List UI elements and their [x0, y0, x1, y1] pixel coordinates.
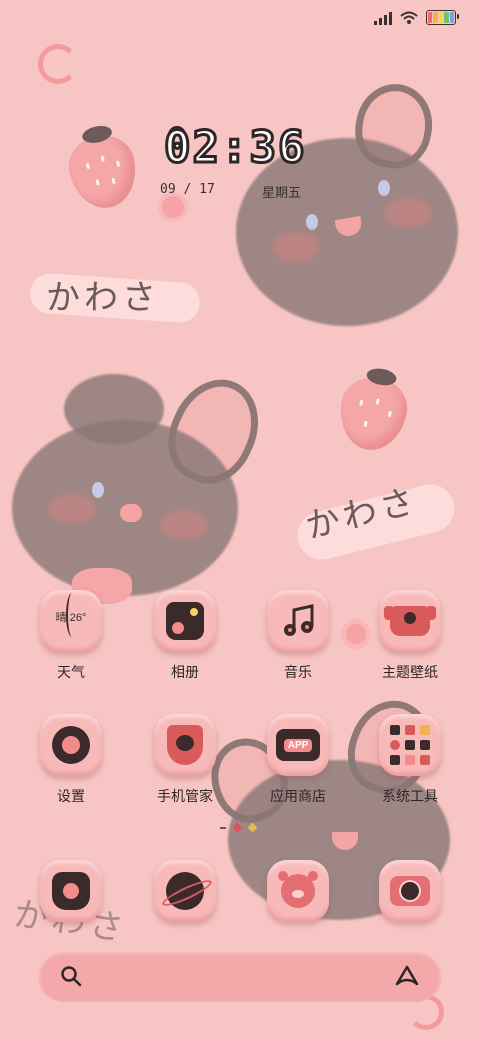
swirl-decoration: [38, 44, 78, 84]
bunny-cheek: [272, 232, 320, 262]
app-store-icon[interactable]: APP: [267, 714, 329, 776]
gallery-icon[interactable]: [154, 590, 216, 652]
app-store-badge: APP: [283, 738, 313, 752]
bunny-eye: [378, 180, 390, 196]
app-label: 手机管家: [157, 788, 213, 804]
phone-manager-icon[interactable]: [154, 714, 216, 776]
dock-camera[interactable]: [362, 860, 458, 922]
clock-date: 09 / 17: [160, 182, 215, 197]
app-music[interactable]: 音乐: [250, 590, 346, 682]
app-settings[interactable]: 设置: [23, 714, 119, 806]
app-label: 系统工具: [382, 788, 438, 804]
wifi-icon: [400, 11, 418, 24]
clock-time: 02:36: [162, 121, 307, 175]
page-indicator[interactable]: [220, 822, 258, 833]
app-weather[interactable]: 晴 26° 天气: [23, 590, 119, 682]
app-store[interactable]: APP 应用商店: [250, 714, 346, 806]
system-tools-icon[interactable]: [379, 714, 441, 776]
search-icon[interactable]: [60, 965, 82, 987]
app-label: 相册: [171, 664, 199, 680]
battery-icon: [426, 10, 459, 25]
clock-weekday: 星期五: [262, 186, 302, 201]
search-bar[interactable]: [38, 950, 442, 1002]
bunny-mouth: [120, 504, 142, 522]
status-bar: [374, 10, 459, 25]
app-gallery[interactable]: 相册: [137, 590, 233, 682]
strawberry-decoration: [63, 123, 143, 215]
kana-decoration: かわさ: [46, 278, 160, 318]
app-label: 主题壁纸: [382, 664, 438, 680]
app-system-tools[interactable]: 系统工具: [362, 714, 458, 806]
dock-messages[interactable]: [250, 860, 346, 922]
bunny-cheek: [48, 494, 96, 524]
cell-signal-icon: [374, 11, 392, 25]
weather-icon[interactable]: 晴 26°: [40, 590, 102, 652]
app-theme[interactable]: 主题壁纸: [362, 590, 458, 682]
theme-icon[interactable]: [379, 590, 441, 652]
app-label: 天气: [57, 664, 85, 680]
phone-icon[interactable]: [40, 860, 102, 922]
dock-browser[interactable]: [137, 860, 233, 922]
app-phone-manager[interactable]: 手机管家: [137, 714, 233, 806]
strawberry-decoration: [334, 366, 412, 456]
app-label: 音乐: [284, 664, 312, 680]
app-label: 设置: [57, 788, 85, 804]
page-dot: [247, 822, 258, 833]
bunny-cheek: [160, 510, 208, 540]
bunny-eye: [306, 214, 318, 230]
assistant-icon[interactable]: [394, 964, 420, 988]
dock-phone[interactable]: [23, 860, 119, 922]
page-dot: [220, 826, 226, 829]
music-icon[interactable]: [267, 590, 329, 652]
settings-icon[interactable]: [40, 714, 102, 776]
browser-planet-icon[interactable]: [154, 860, 216, 922]
flower-decoration: [162, 196, 184, 218]
bunny-cheek: [384, 198, 432, 228]
messages-bear-icon[interactable]: [267, 860, 329, 922]
page-dot-active: [232, 822, 243, 833]
camera-icon[interactable]: [379, 860, 441, 922]
bunny-eye: [92, 482, 104, 498]
app-label: 应用商店: [270, 788, 326, 804]
